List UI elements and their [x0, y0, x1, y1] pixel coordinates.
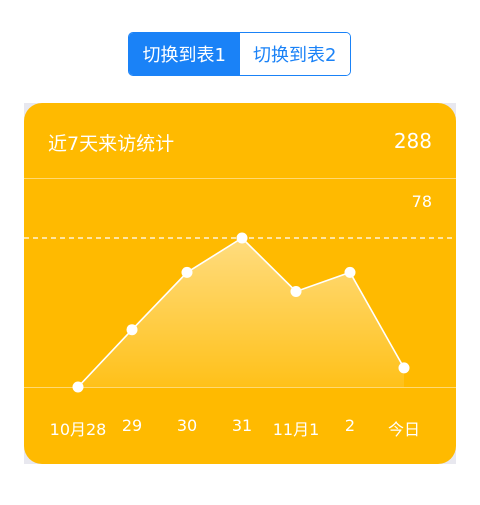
data-point-4[interactable] [290, 285, 302, 297]
chart-switch-segmented-control: 切换到表1 切换到表2 [128, 32, 351, 76]
tab-chart-1[interactable]: 切换到表1 [129, 33, 240, 75]
data-point-2[interactable] [181, 266, 193, 278]
visits-area-fill [78, 238, 404, 387]
x-tick-label: 31 [231, 416, 253, 435]
data-point-0[interactable] [72, 381, 84, 393]
data-point-1[interactable] [126, 324, 138, 336]
x-tick-label: 29 [121, 416, 143, 435]
x-tick-label: 11月1 [272, 420, 320, 439]
data-point-5[interactable] [344, 266, 356, 278]
tab-chart-2[interactable]: 切换到表2 [239, 33, 350, 75]
visits-area-chart [24, 232, 456, 393]
x-tick-label: 10月28 [49, 420, 107, 439]
data-point-6[interactable] [398, 362, 410, 374]
x-tick-label: 2 [344, 416, 356, 435]
x-tick-label: 30 [176, 416, 198, 435]
visitor-stats-card: 近7天来访统计 288 78 10月28 29 30 31 11月1 2 今日 [24, 103, 456, 464]
x-tick-label: 今日 [387, 420, 421, 439]
data-point-3[interactable] [236, 232, 248, 244]
visitor-stats-card-frame: 近7天来访统计 288 78 10月28 29 30 31 11月1 2 今日 [24, 103, 456, 464]
